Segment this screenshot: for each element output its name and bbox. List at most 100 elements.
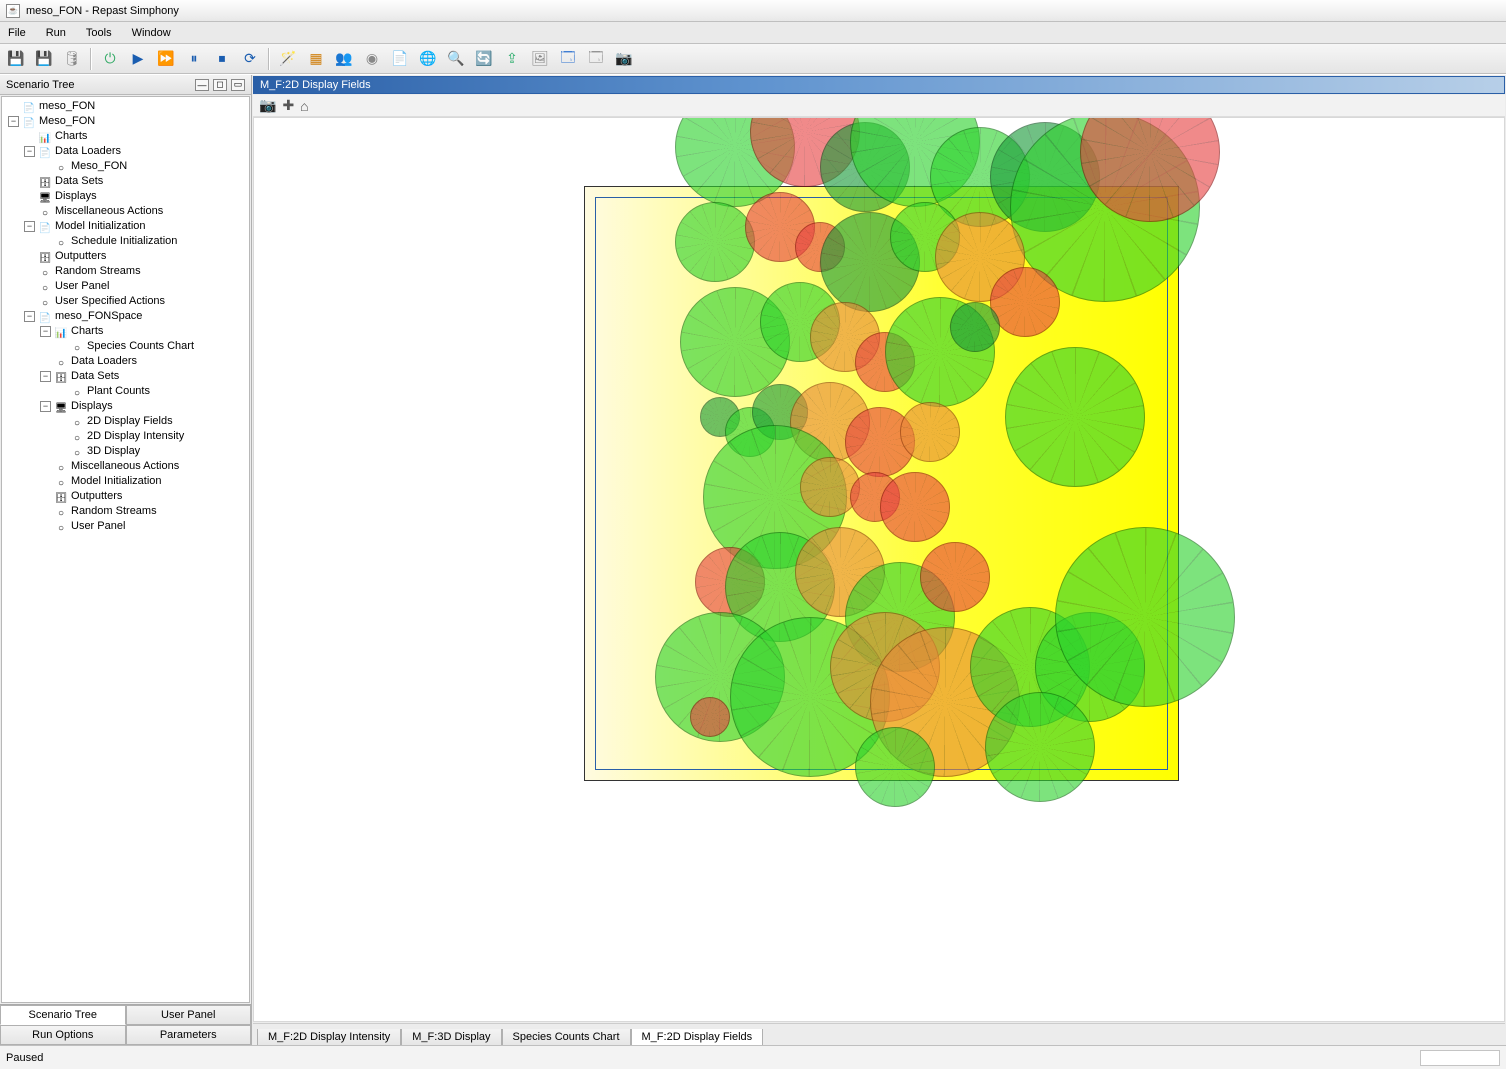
tab-user-panel[interactable]: User Panel [126,1005,252,1025]
tree-node-label: meso_FON [39,99,95,114]
tree-node-label: 3D Display [87,444,140,459]
tree-node-icon: ○ [54,161,68,173]
view-tab[interactable]: Species Counts Chart [502,1029,631,1045]
tree-node[interactable]: −📊Charts [2,324,249,339]
tree-node[interactable]: ○Miscellaneous Actions [2,204,249,219]
view-tab[interactable]: M_F:2D Display Intensity [257,1029,401,1045]
reset-icon[interactable]: ⟳ [238,47,262,71]
export-icon[interactable]: ⇪ [500,47,524,71]
float-icon[interactable]: ▭ [231,79,245,91]
play-icon[interactable]: ▶ [126,47,150,71]
tree-expander-empty [40,356,51,367]
tree-node[interactable]: 📊Charts [2,129,249,144]
tree-node-label: meso_FONSpace [55,309,142,324]
tree-node-label: Meso_FON [71,159,127,174]
tree-node[interactable]: 🖥Displays [2,189,249,204]
collapse-icon[interactable]: − [40,401,51,412]
tree-node[interactable]: −📄Meso_FON [2,114,249,129]
zoom-icon[interactable]: 🔍 [444,47,468,71]
tree-node[interactable]: ○Plant Counts [2,384,249,399]
tree-node[interactable]: 🗄Outputters [2,249,249,264]
tree-node[interactable]: −📄Model Initialization [2,219,249,234]
wand-icon[interactable]: 🪄 [276,47,300,71]
save-icon[interactable]: 💾 [4,47,28,71]
pause-icon[interactable]: ⏸ [182,47,206,71]
tree-node[interactable]: ○Species Counts Chart [2,339,249,354]
tree-node-icon: 📊 [38,131,52,143]
collapse-icon[interactable]: − [24,146,35,157]
status-bar: Paused [0,1045,1506,1069]
scenario-tree[interactable]: 📄meso_FON−📄Meso_FON📊Charts−📄Data Loaders… [1,96,250,1003]
agents-icon[interactable]: 👥 [332,47,356,71]
menu-window[interactable]: Window [128,25,175,41]
refresh-icon[interactable]: 🔄 [472,47,496,71]
tree-node[interactable]: ○Model Initialization [2,474,249,489]
menu-file[interactable]: File [4,25,30,41]
tree-node[interactable]: ○3D Display [2,444,249,459]
tree-node-label: Random Streams [71,504,157,519]
view-tab[interactable]: M_F:2D Display Fields [631,1029,764,1045]
tree-node-icon: ○ [70,341,84,353]
tree-node[interactable]: ○2D Display Intensity [2,429,249,444]
minimize-icon[interactable]: — [195,79,209,91]
tree-node-icon: ○ [70,446,84,458]
agent-circle [855,727,935,807]
tab-parameters[interactable]: Parameters [126,1025,252,1045]
tree-node-icon: 📊 [54,326,68,338]
tree-node[interactable]: 🗄Outputters [2,489,249,504]
globe-icon[interactable]: 🌐 [416,47,440,71]
db-icon[interactable]: 🛢 [60,47,84,71]
window-icon[interactable]: 🗔 [556,47,580,71]
tree-expander-empty [40,476,51,487]
tree-node[interactable]: ○Schedule Initialization [2,234,249,249]
image-icon[interactable]: 🖼 [528,47,552,71]
step-icon[interactable]: ⏩ [154,47,178,71]
tree-node-label: Miscellaneous Actions [55,204,163,219]
tree-node[interactable]: ○Data Loaders [2,354,249,369]
camera-icon[interactable]: 📷 [612,47,636,71]
tree-node[interactable]: ○2D Display Fields [2,414,249,429]
tree-node[interactable]: 🗄Data Sets [2,174,249,189]
display-canvas[interactable] [253,117,1505,1022]
tree-node[interactable]: −📄Data Loaders [2,144,249,159]
collapse-icon[interactable]: − [40,326,51,337]
tree-node[interactable]: −🗄Data Sets [2,369,249,384]
collapse-icon[interactable]: − [40,371,51,382]
tree-node[interactable]: ○Meso_FON [2,159,249,174]
home-tool-icon[interactable]: ⌂ [300,98,308,114]
collapse-icon[interactable]: − [24,311,35,322]
tree-node[interactable]: ○Random Streams [2,504,249,519]
collapse-icon[interactable]: − [8,116,19,127]
circle-icon[interactable]: ◉ [360,47,384,71]
maximize-icon[interactable]: ◻ [213,79,227,91]
tree-node[interactable]: ○User Panel [2,279,249,294]
tree-node[interactable]: ○User Panel [2,519,249,534]
agent-circle [990,267,1060,337]
menu-tools[interactable]: Tools [82,25,116,41]
tree-node[interactable]: ○Random Streams [2,264,249,279]
save-as-icon[interactable]: 💾 [32,47,56,71]
grid-icon[interactable]: ▦ [304,47,328,71]
tree-node[interactable]: −📄meso_FONSpace [2,309,249,324]
window-title: meso_FON - Repast Simphony [26,5,179,17]
display-view-toolbar: 📷 ✚ ⌂ [253,95,1505,117]
doc-icon[interactable]: 📄 [388,47,412,71]
tree-node-icon: ○ [54,461,68,473]
view-tab[interactable]: M_F:3D Display [401,1029,501,1045]
tree-node[interactable]: ○Miscellaneous Actions [2,459,249,474]
menu-run[interactable]: Run [42,25,70,41]
tree-expander-empty [40,506,51,517]
tree-node[interactable]: ○User Specified Actions [2,294,249,309]
add-tool-icon[interactable]: ✚ [282,97,294,114]
tree-expander-empty [24,206,35,217]
camera-tool-icon[interactable]: 📷 [259,97,276,114]
tab-run-options[interactable]: Run Options [0,1025,126,1045]
window2-icon[interactable]: 🗔 [584,47,608,71]
tab-scenario-tree[interactable]: Scenario Tree [0,1005,126,1025]
tree-node[interactable]: −🖥Displays [2,399,249,414]
tree-node-icon: ○ [38,296,52,308]
stop-icon[interactable]: ⏹ [210,47,234,71]
collapse-icon[interactable]: − [24,221,35,232]
power-icon[interactable]: ⏻ [98,47,122,71]
tree-node[interactable]: 📄meso_FON [2,99,249,114]
